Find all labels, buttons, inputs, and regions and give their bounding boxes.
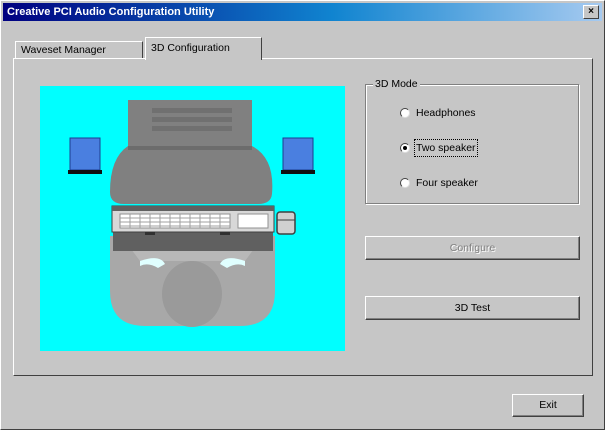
- keyboard-top-edge: [112, 206, 274, 211]
- tab-3d-configuration[interactable]: 3D Configuration: [145, 37, 262, 60]
- title-bar[interactable]: Creative PCI Audio Configuration Utility…: [3, 3, 602, 21]
- tab-waveset-manager[interactable]: Waveset Manager: [15, 41, 143, 59]
- 3d-mode-group-label: 3D Mode: [373, 77, 420, 91]
- keyboard-foot-right: [220, 232, 230, 235]
- close-icon: ×: [588, 6, 594, 17]
- monitor-body: [110, 100, 273, 204]
- keyboard-foot-left: [145, 232, 155, 235]
- radio-four-speaker-label: Four speaker: [416, 177, 478, 189]
- close-button[interactable]: ×: [583, 5, 599, 19]
- mouse: [276, 211, 296, 235]
- left-speaker: [69, 137, 101, 171]
- radio-button[interactable]: [400, 108, 410, 118]
- radio-button[interactable]: [400, 178, 410, 188]
- tab-panel-3d-configuration: 3D Mode Headphones Two speaker Four spea…: [13, 58, 593, 376]
- window-title: Creative PCI Audio Configuration Utility: [7, 6, 215, 18]
- speaker-setup-illustration: [40, 86, 345, 351]
- monitor-vent: [152, 108, 232, 113]
- configuration-window: Creative PCI Audio Configuration Utility…: [0, 0, 605, 430]
- keyboard-numpad: [237, 213, 269, 229]
- radio-selected-dot: [403, 146, 407, 150]
- configure-button[interactable]: Configure: [365, 236, 580, 260]
- left-speaker-base: [68, 170, 102, 174]
- monitor-vent: [152, 126, 232, 131]
- right-speaker: [282, 137, 314, 171]
- monitor-vent: [152, 117, 232, 122]
- exit-button[interactable]: Exit: [512, 394, 584, 417]
- monitor-edge: [128, 146, 252, 150]
- radio-headphones-label: Headphones: [416, 107, 476, 119]
- radio-button-selected[interactable]: [400, 143, 410, 153]
- radio-two-speaker-label: Two speaker: [414, 139, 478, 157]
- 3d-mode-group: 3D Mode Headphones Two speaker Four spea…: [365, 77, 579, 204]
- room-diagram: [68, 100, 315, 327]
- right-speaker-base: [281, 170, 315, 174]
- 3d-test-button[interactable]: 3D Test: [365, 296, 580, 320]
- listener-head: [162, 261, 222, 327]
